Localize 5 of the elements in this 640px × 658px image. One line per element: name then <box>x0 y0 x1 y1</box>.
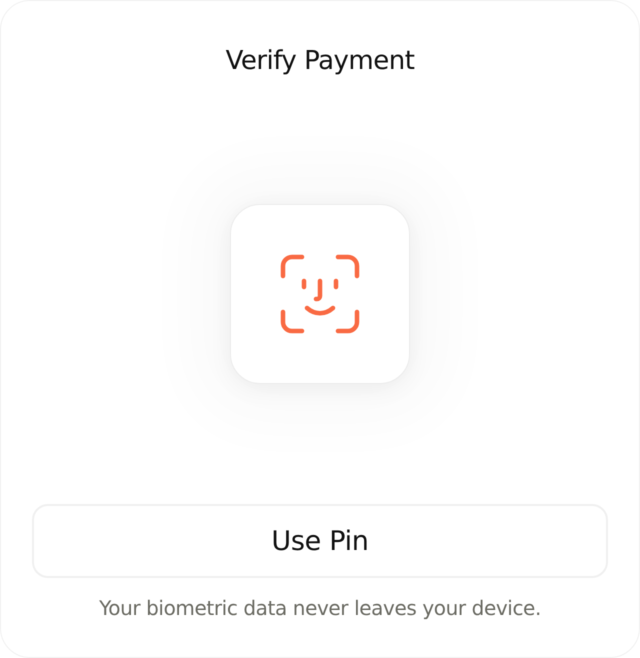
use-pin-button[interactable]: Use Pin <box>32 504 608 578</box>
privacy-note: Your biometric data never leaves your device. <box>99 595 541 622</box>
face-scan-icon <box>280 254 360 334</box>
face-scan-tile[interactable] <box>230 204 410 384</box>
dialog-title: Verify Payment <box>226 45 414 78</box>
